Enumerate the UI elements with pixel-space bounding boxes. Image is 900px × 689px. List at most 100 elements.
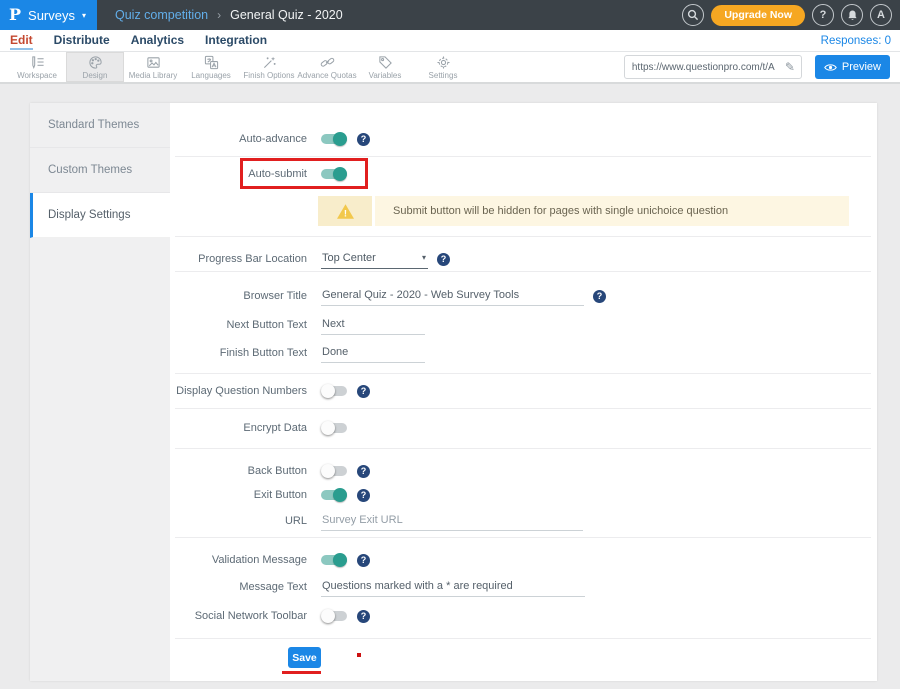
toolbar-item-label: Finish Options bbox=[243, 71, 294, 80]
auto-submit-label: Auto-submit bbox=[170, 168, 307, 180]
tab-integration[interactable]: Integration bbox=[205, 31, 267, 50]
magic-wand-icon bbox=[262, 55, 277, 70]
upgrade-now-button[interactable]: Upgrade Now bbox=[711, 5, 805, 26]
next-button-text-label: Next Button Text bbox=[170, 319, 307, 331]
toolbar-item-label: Media Library bbox=[129, 71, 177, 80]
image-icon bbox=[146, 55, 161, 70]
search-button[interactable] bbox=[682, 4, 704, 26]
product-switcher[interactable]: P Surveys ▾ bbox=[0, 0, 97, 30]
message-text-label: Message Text bbox=[170, 581, 307, 593]
toolbar-item-advance-quotas[interactable]: Advance Quotas bbox=[298, 52, 356, 82]
divider bbox=[175, 271, 871, 272]
row-back-button: Back Button ? bbox=[170, 459, 877, 483]
chevron-down-icon: ▾ bbox=[422, 253, 426, 262]
back-button-label: Back Button bbox=[170, 465, 307, 477]
progress-bar-location-select[interactable]: Top Center ▾ bbox=[321, 250, 428, 269]
help-icon[interactable]: ? bbox=[357, 465, 370, 478]
sidebar-item-custom-themes[interactable]: Custom Themes bbox=[30, 148, 170, 193]
divider bbox=[175, 448, 871, 449]
survey-url-box: ✎ bbox=[624, 55, 802, 79]
account-avatar[interactable]: A bbox=[870, 4, 892, 26]
chevron-down-icon: ▾ bbox=[82, 11, 86, 20]
help-icon[interactable]: ? bbox=[357, 489, 370, 502]
row-auto-advance: Auto-advance ? bbox=[170, 127, 877, 151]
back-button-toggle[interactable] bbox=[321, 464, 348, 478]
toolbar-item-settings[interactable]: Settings bbox=[414, 52, 472, 82]
avatar-initial: A bbox=[877, 9, 885, 21]
auto-submit-toggle[interactable] bbox=[321, 167, 348, 181]
social-network-toolbar-label: Social Network Toolbar bbox=[170, 610, 307, 622]
toolbar-right-group: ✎ Preview bbox=[624, 52, 900, 82]
divider bbox=[175, 537, 871, 538]
validation-message-toggle[interactable] bbox=[321, 553, 348, 567]
tab-analytics[interactable]: Analytics bbox=[131, 31, 184, 50]
save-button[interactable]: Save bbox=[288, 647, 321, 668]
progress-bar-location-label: Progress Bar Location bbox=[170, 253, 307, 265]
divider bbox=[175, 408, 871, 409]
row-message-text: Message Text bbox=[170, 575, 877, 599]
help-button[interactable]: ? bbox=[812, 4, 834, 26]
help-icon[interactable]: ? bbox=[593, 290, 606, 303]
gear-icon bbox=[436, 55, 451, 70]
row-encrypt-data: Encrypt Data bbox=[170, 416, 877, 440]
toolbar-item-variables[interactable]: Variables bbox=[356, 52, 414, 82]
exit-button-toggle[interactable] bbox=[321, 488, 348, 502]
toolbar-item-languages[interactable]: Languages bbox=[182, 52, 240, 82]
row-social-network-toolbar: Social Network Toolbar ? bbox=[170, 604, 877, 628]
help-icon[interactable]: ? bbox=[357, 610, 370, 623]
toolbar-item-design[interactable]: Design bbox=[66, 52, 124, 82]
annotation-dot bbox=[357, 653, 361, 657]
design-palette-icon bbox=[88, 55, 103, 70]
help-icon[interactable]: ? bbox=[437, 253, 450, 266]
survey-url-input[interactable] bbox=[625, 62, 779, 73]
tab-edit[interactable]: Edit bbox=[10, 31, 33, 50]
tab-distribute[interactable]: Distribute bbox=[54, 31, 110, 50]
sidebar-item-standard-themes[interactable]: Standard Themes bbox=[30, 103, 170, 148]
help-icon[interactable]: ? bbox=[357, 554, 370, 567]
browser-title-label: Browser Title bbox=[170, 290, 307, 302]
preview-label: Preview bbox=[842, 61, 881, 73]
warning-icon-cell: ! bbox=[318, 196, 372, 226]
message-text-input[interactable] bbox=[321, 578, 585, 597]
toolbar-item-workspace[interactable]: Workspace bbox=[8, 52, 66, 82]
divider bbox=[175, 638, 871, 639]
row-validation-message: Validation Message ? bbox=[170, 548, 877, 572]
exit-url-input[interactable] bbox=[321, 512, 583, 531]
next-button-text-input[interactable] bbox=[321, 316, 425, 335]
bell-icon bbox=[846, 9, 859, 22]
browser-title-input[interactable] bbox=[321, 287, 584, 306]
row-finish-button-text: Finish Button Text bbox=[170, 341, 877, 365]
edit-url-pencil-icon[interactable]: ✎ bbox=[779, 60, 801, 74]
selected-option: Top Center bbox=[322, 252, 376, 264]
eye-icon bbox=[824, 63, 837, 72]
encrypt-data-label: Encrypt Data bbox=[170, 422, 307, 434]
svg-text:!: ! bbox=[343, 208, 346, 219]
annotation-underline bbox=[282, 671, 321, 674]
display-settings-form: Auto-advance ? Auto-submit bbox=[170, 103, 877, 681]
breadcrumb-folder[interactable]: Quiz competition bbox=[115, 8, 208, 22]
social-network-toolbar-toggle[interactable] bbox=[321, 609, 348, 623]
responses-count[interactable]: Responses: 0 bbox=[821, 35, 900, 47]
toolbar-item-media-library[interactable]: Media Library bbox=[124, 52, 182, 82]
finish-button-text-input[interactable] bbox=[321, 344, 425, 363]
encrypt-data-toggle[interactable] bbox=[321, 421, 348, 435]
top-bar: P Surveys ▾ Quiz competition › General Q… bbox=[0, 0, 900, 30]
help-icon[interactable]: ? bbox=[357, 133, 370, 146]
toolbar-item-label: Languages bbox=[191, 71, 231, 80]
preview-button[interactable]: Preview bbox=[815, 55, 890, 79]
workspace-icon bbox=[30, 55, 45, 70]
display-question-numbers-toggle[interactable] bbox=[321, 384, 348, 398]
topbar-actions: Upgrade Now ? A bbox=[682, 4, 900, 26]
row-auto-submit: Auto-submit bbox=[170, 162, 877, 186]
design-panel: Standard Themes Custom Themes Display Se… bbox=[30, 103, 877, 681]
help-icon[interactable]: ? bbox=[357, 385, 370, 398]
breadcrumb-current-survey: General Quiz - 2020 bbox=[230, 8, 343, 22]
toolbar-item-label: Variables bbox=[369, 71, 402, 80]
notifications-button[interactable] bbox=[841, 4, 863, 26]
auto-advance-toggle[interactable] bbox=[321, 132, 348, 146]
sidebar-item-display-settings[interactable]: Display Settings bbox=[30, 193, 170, 238]
toolbar-item-label: Advance Quotas bbox=[297, 71, 356, 80]
breadcrumb: Quiz competition › General Quiz - 2020 bbox=[115, 8, 343, 22]
row-next-button-text: Next Button Text bbox=[170, 313, 877, 337]
toolbar-item-finish-options[interactable]: Finish Options bbox=[240, 52, 298, 82]
